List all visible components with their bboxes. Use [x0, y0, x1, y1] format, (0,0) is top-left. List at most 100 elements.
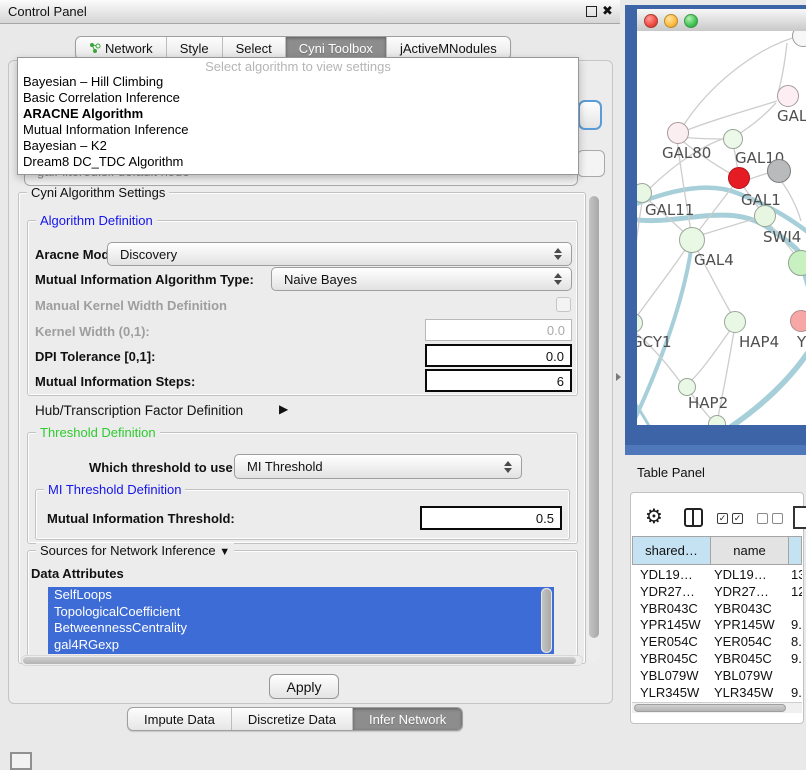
table-cell: YBR043C — [640, 601, 698, 616]
network-node[interactable] — [767, 159, 791, 183]
which-threshold-combobox[interactable]: MI Threshold — [234, 454, 522, 479]
column-header-shared-name[interactable]: shared… — [632, 536, 711, 565]
float-window-icon[interactable] — [586, 6, 597, 17]
kernel-width-field[interactable]: 0.0 — [425, 319, 572, 341]
dropdown-item[interactable]: Basic Correlation Inference — [18, 90, 578, 106]
dpi-tolerance-label: DPI Tolerance [0,1]: — [35, 349, 155, 364]
table-cell: 9. — [791, 617, 802, 632]
tab-discretize-data[interactable]: Discretize Data — [231, 708, 352, 730]
table-row[interactable]: YBR045CYBR045C9. — [632, 651, 802, 668]
settings-hscrollbar[interactable] — [21, 655, 583, 666]
list-scrollbar[interactable] — [541, 588, 552, 653]
node-label: GAL2 — [777, 107, 806, 125]
table-row[interactable]: YDL19…YDL19…13 — [632, 567, 802, 584]
sources-group-title[interactable]: Sources for Network Inference ▼ — [36, 543, 234, 558]
network-node-hap4[interactable] — [724, 311, 746, 333]
expand-arrow-icon[interactable]: ▶ — [279, 402, 288, 416]
close-traffic-light[interactable] — [644, 14, 658, 28]
table-cell: YBR043C — [714, 601, 772, 616]
combo-fragment[interactable] — [577, 150, 605, 177]
node-label: GAL80 — [662, 144, 711, 162]
table-cell: YDR27… — [714, 584, 769, 599]
table-cell: YDL19… — [640, 567, 693, 582]
deselect-all-checkbox-icon-2[interactable] — [772, 513, 783, 524]
table-cell: 8. — [791, 634, 802, 649]
tab-style[interactable]: Style — [166, 37, 222, 59]
minimize-traffic-light[interactable] — [664, 14, 678, 28]
table-row[interactable]: YDR27…YDR27…12 — [632, 584, 802, 601]
dropdown-item[interactable]: ARACNE Algorithm — [18, 106, 578, 122]
column-header-partial[interactable] — [789, 536, 802, 565]
dropdown-item[interactable]: Bayesian – K2 — [18, 138, 578, 154]
mi-steps-field[interactable]: 6 — [425, 369, 572, 392]
table-row[interactable]: YLR345WYLR345W9. — [632, 685, 802, 702]
table-cell: YPR145W — [640, 617, 701, 632]
focused-combo-fragment[interactable] — [578, 100, 602, 130]
column-header-name[interactable]: name — [711, 536, 789, 565]
network-node-gal4[interactable] — [679, 227, 705, 253]
tab-infer-network[interactable]: Infer Network — [352, 708, 462, 730]
network-node-gal2[interactable] — [777, 85, 799, 107]
splitter-collapse-icon[interactable] — [616, 373, 621, 381]
partial-toolbar-button[interactable] — [10, 752, 32, 770]
mi-type-value: Naive Bayes — [284, 272, 357, 287]
mi-threshold-field[interactable]: 0.5 — [420, 506, 562, 530]
table-cell: 12 — [791, 584, 802, 599]
network-node-y[interactable] — [790, 310, 806, 332]
zoom-traffic-light[interactable] — [684, 14, 698, 28]
table-cell: 9. — [791, 685, 802, 700]
panel-title: Control Panel — [8, 4, 87, 19]
mi-threshold-group-title: MI Threshold Definition — [44, 482, 185, 497]
table-cell: YLR345W — [714, 685, 773, 700]
table-row[interactable]: YPR145WYPR145W9. — [632, 617, 802, 634]
deselect-all-checkbox-icon[interactable] — [757, 513, 768, 524]
data-attributes-list[interactable]: SelfLoopsTopologicalCoefficientBetweenne… — [48, 587, 554, 654]
manual-kernel-label: Manual Kernel Width Definition — [35, 298, 227, 313]
tab-select[interactable]: Select — [222, 37, 285, 59]
dropdown-item[interactable]: Dream8 DC_TDC Algorithm — [18, 154, 578, 170]
dpi-tolerance-field[interactable]: 0.0 — [425, 344, 572, 367]
network-canvas[interactable]: GAL2GAL80GAL10GAL1SWI4GAL11GAL4HAP4YGCY1… — [637, 31, 806, 425]
network-node-gal10[interactable] — [723, 129, 743, 149]
mi-type-combobox[interactable]: Naive Bayes — [271, 267, 572, 291]
attribute-item[interactable]: SelfLoops — [48, 587, 554, 604]
tab-network[interactable]: Network — [76, 37, 166, 59]
kernel-width-label: Kernel Width (0,1): — [35, 324, 150, 339]
table-cell: YER054C — [640, 634, 698, 649]
table-row[interactable]: YBL079WYBL079W — [632, 668, 802, 685]
tab-cyni-toolbox[interactable]: Cyni Toolbox — [285, 37, 386, 59]
aracne-mode-combobox[interactable]: Discovery — [107, 242, 572, 266]
table-hscrollbar[interactable] — [632, 702, 802, 713]
dropdown-item[interactable]: Mutual Information Inference — [18, 122, 578, 138]
network-node-gal1[interactable] — [728, 167, 750, 189]
split-columns-icon[interactable] — [684, 508, 703, 527]
select-all-checkbox-icon[interactable]: ✓ — [717, 513, 728, 524]
table-row[interactable]: YER054CYER054C8. — [632, 634, 802, 651]
node-label: HAP2 — [688, 394, 728, 412]
attribute-item[interactable]: gal4RGexp — [48, 637, 554, 654]
attribute-item[interactable]: TopologicalCoefficient — [48, 604, 554, 621]
dropdown-item[interactable]: Bayesian – Hill Climbing — [18, 74, 578, 90]
table-cell: YDL19… — [714, 567, 767, 582]
table-cell: YBL079W — [714, 668, 773, 683]
table-panel-title: Table Panel — [637, 465, 705, 480]
tab-impute-data[interactable]: Impute Data — [128, 708, 231, 730]
settings-vscrollbar[interactable] — [588, 194, 600, 662]
select-all-checkbox-icon-2[interactable]: ✓ — [732, 513, 743, 524]
apply-button[interactable]: Apply — [269, 674, 339, 699]
mi-steps-label: Mutual Information Steps: — [35, 374, 195, 389]
network-node-gal80[interactable] — [667, 122, 689, 144]
algorithm-definition-title: Algorithm Definition — [36, 213, 157, 228]
table-row[interactable]: YBR043C YBR043C — [632, 601, 802, 618]
stepper-arrows-icon — [554, 248, 562, 260]
network-window-titlebar[interactable] — [637, 9, 806, 32]
file-icon[interactable] — [793, 506, 806, 529]
manual-kernel-checkbox[interactable] — [556, 297, 571, 312]
close-icon[interactable]: ✖ — [602, 3, 613, 19]
tab-jactivemnodules[interactable]: jActiveMNodules — [386, 37, 510, 59]
node-label: SWI4 — [763, 228, 801, 246]
hub-definition-label[interactable]: Hub/Transcription Factor Definition — [35, 403, 243, 418]
network-node-swi4[interactable] — [754, 205, 776, 227]
attribute-item[interactable]: BetweennessCentrality — [48, 620, 554, 637]
gear-icon[interactable]: ⚙ — [645, 504, 663, 529]
